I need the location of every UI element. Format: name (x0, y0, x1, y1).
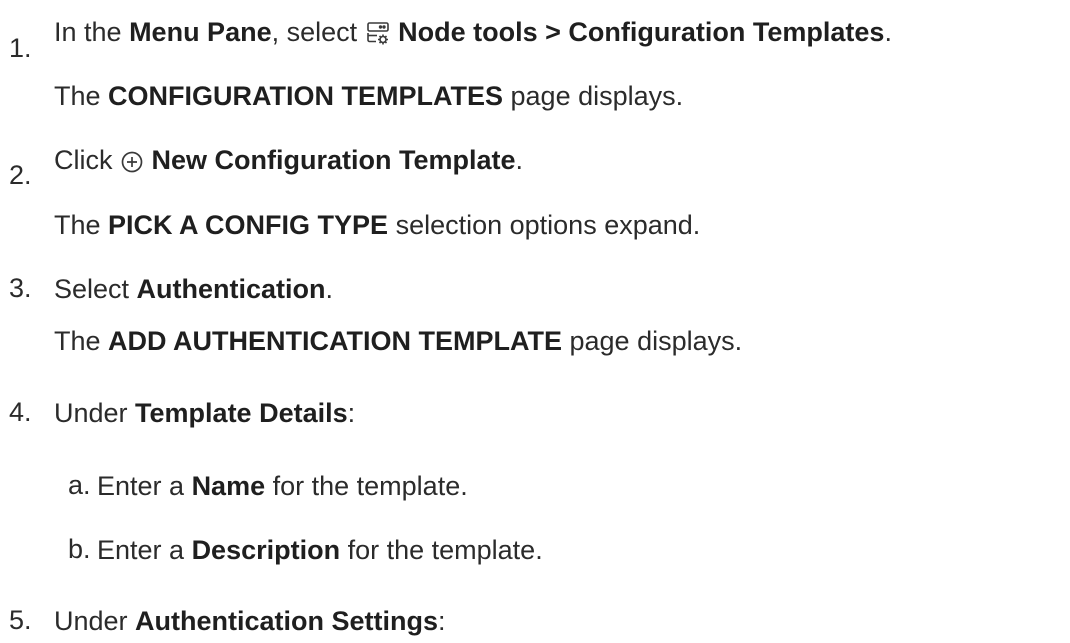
step-1-result: The CONFIGURATION TEMPLATES page display… (54, 81, 684, 111)
step-number: 4. (9, 397, 32, 427)
new-configuration-template-label: New Configuration Template (151, 145, 516, 175)
substep-a: Enter a Name for the template. (97, 471, 468, 501)
step-1-instruction: In the Menu Pane, select Node tools > Co… (54, 17, 892, 47)
step-number: 2. (9, 160, 32, 190)
substep-b: Enter a Description for the template. (97, 535, 543, 565)
substep-letter: b. (68, 534, 91, 564)
step-5-instruction: Under Authentication Settings: (54, 606, 446, 636)
step-2-instruction: Click New Configuration Template. (54, 145, 524, 175)
step-number: 5. (9, 605, 32, 635)
node-tools-path: Node tools > Configuration Templates (398, 17, 885, 47)
step-3-instruction: Select Authentication. (54, 274, 334, 304)
substep-letter: a. (68, 470, 91, 500)
step-number: 3. (9, 273, 32, 303)
server-gear-icon (365, 21, 391, 47)
step-number: 1. (9, 33, 32, 63)
plus-circle-icon (120, 150, 144, 174)
step-4-instruction: Under Template Details: (54, 398, 356, 428)
step-3-result: The ADD AUTHENTICATION TEMPLATE page dis… (54, 326, 743, 356)
menu-pane-label: Menu Pane (129, 17, 272, 47)
step-2-result: The PICK A CONFIG TYPE selection options… (54, 210, 701, 240)
